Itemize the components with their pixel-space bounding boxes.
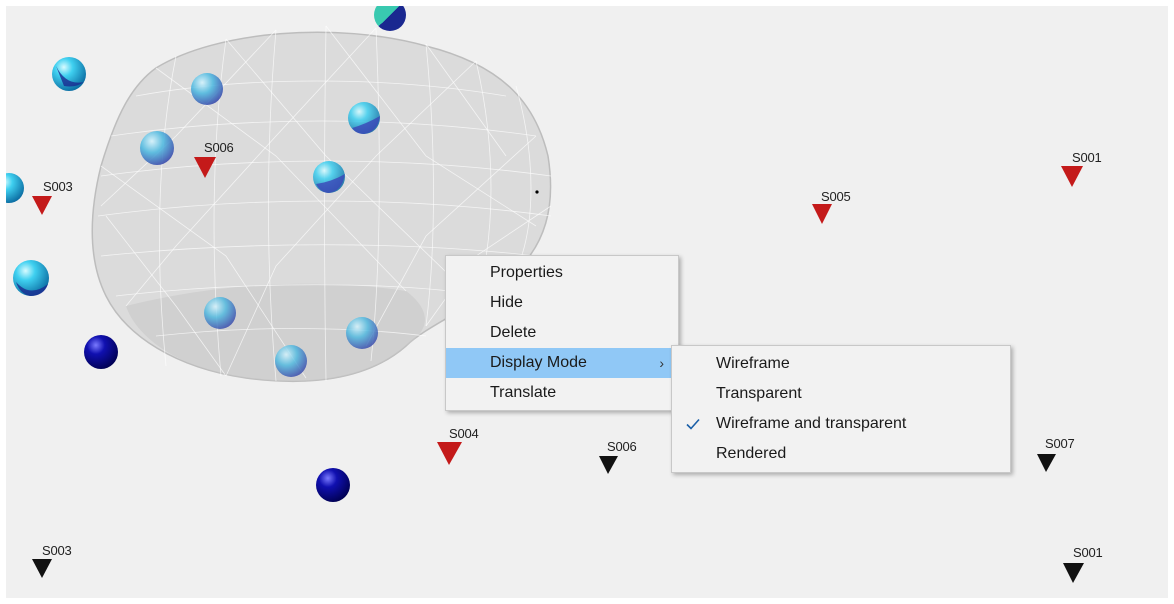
- submenu-item-transparent[interactable]: Transparent: [672, 379, 1010, 409]
- station-marker-red[interactable]: [437, 442, 462, 465]
- station-label: S005: [821, 189, 851, 204]
- menu-item-label: Rendered: [716, 445, 787, 462]
- menu-item-hide[interactable]: Hide: [446, 288, 678, 318]
- station-marker-black[interactable]: [1037, 454, 1056, 472]
- display-mode-submenu[interactable]: Wireframe Transparent Wireframe and tran…: [671, 345, 1011, 473]
- station-label: S004: [449, 426, 479, 441]
- black-stations[interactable]: [32, 454, 1084, 583]
- station-marker-red[interactable]: [812, 204, 832, 224]
- sphere-marker[interactable]: [204, 297, 236, 329]
- station-label: S006: [607, 439, 637, 454]
- hull-vertex-dot: [535, 190, 539, 194]
- menu-item-delete[interactable]: Delete: [446, 318, 678, 348]
- sphere-marker[interactable]: [191, 73, 223, 105]
- chevron-right-icon: ›: [659, 355, 664, 371]
- station-label: S001: [1073, 545, 1103, 560]
- sphere-marker[interactable]: [316, 468, 350, 502]
- menu-item-display-mode[interactable]: Display Mode ›: [446, 348, 678, 378]
- station-marker-black[interactable]: [599, 456, 618, 474]
- menu-item-translate[interactable]: Translate: [446, 378, 678, 408]
- station-marker-black[interactable]: [32, 559, 52, 578]
- sphere-marker[interactable]: [6, 173, 24, 203]
- menu-item-properties[interactable]: Properties: [446, 258, 678, 288]
- station-label: S006: [204, 140, 234, 155]
- station-label: S007: [1045, 436, 1075, 451]
- sphere-marker[interactable]: [346, 317, 378, 349]
- station-label: S003: [42, 543, 72, 558]
- submenu-item-wireframe[interactable]: Wireframe: [672, 349, 1010, 379]
- menu-item-label: Wireframe: [716, 355, 790, 372]
- station-marker-black[interactable]: [1063, 563, 1084, 583]
- checkmark-icon: [686, 418, 700, 430]
- sphere-marker[interactable]: [140, 131, 174, 165]
- menu-item-label: Hide: [490, 294, 523, 311]
- station-label: S003: [43, 179, 73, 194]
- menu-item-label: Display Mode: [490, 354, 587, 371]
- station-marker-red[interactable]: [32, 196, 52, 215]
- sphere-marker[interactable]: [275, 345, 307, 377]
- menu-item-label: Wireframe and transparent: [716, 415, 907, 432]
- station-label: S001: [1072, 150, 1102, 165]
- submenu-item-wireframe-and-transparent[interactable]: Wireframe and transparent: [672, 409, 1010, 439]
- sphere-marker[interactable]: [84, 335, 118, 369]
- menu-item-label: Translate: [490, 384, 557, 401]
- station-marker-red[interactable]: [1061, 166, 1083, 187]
- context-menu[interactable]: Properties Hide Delete Display Mode › Tr…: [445, 255, 679, 411]
- submenu-item-rendered[interactable]: Rendered: [672, 439, 1010, 469]
- sphere-marker[interactable]: [374, 6, 406, 31]
- menu-item-label: Delete: [490, 324, 537, 341]
- menu-item-label: Properties: [490, 264, 563, 281]
- menu-item-label: Transparent: [716, 385, 802, 402]
- hull-shadow: [126, 283, 425, 382]
